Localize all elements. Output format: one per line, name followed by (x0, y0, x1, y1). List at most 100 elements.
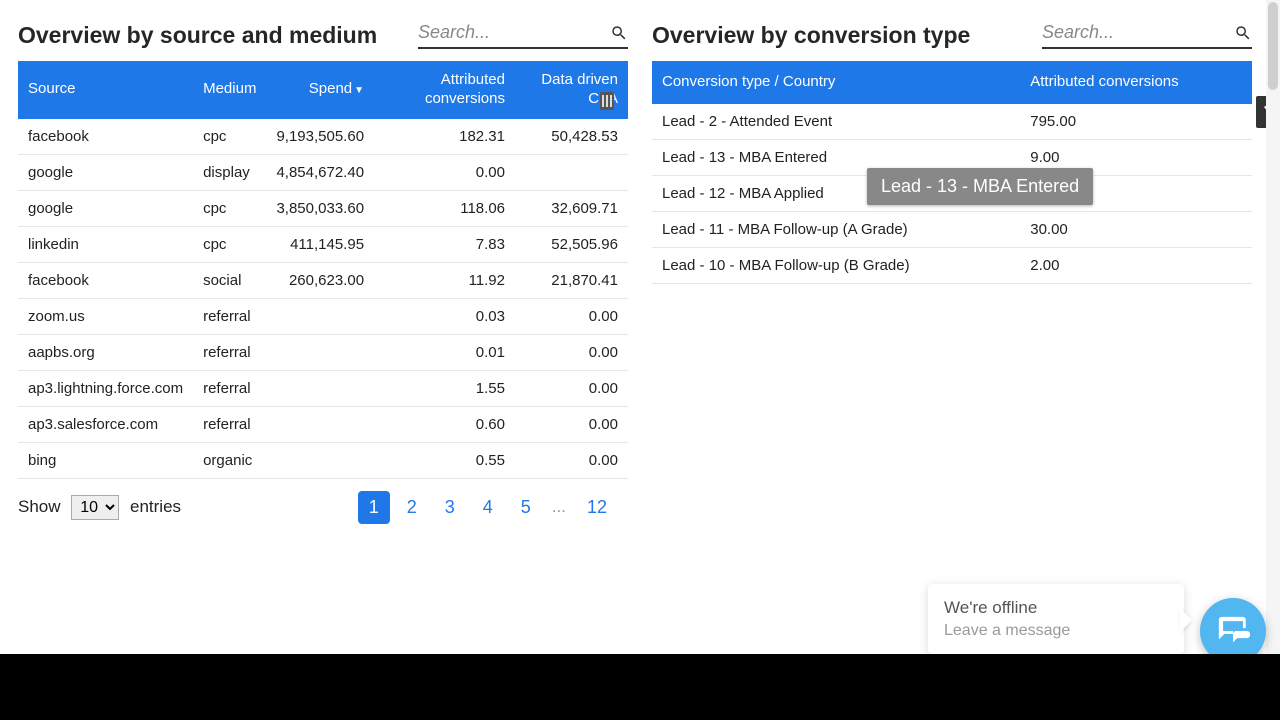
cell-attributed: 118.06 (374, 190, 515, 226)
cell-medium: cpc (193, 226, 266, 262)
cell-source: linkedin (18, 226, 193, 262)
cell-source: google (18, 154, 193, 190)
cell-medium: organic (193, 442, 266, 478)
cell-source: ap3.lightning.force.com (18, 370, 193, 406)
cell-type: Lead - 11 - MBA Follow-up (A Grade) (652, 211, 1020, 247)
cell-cpa (515, 154, 628, 190)
cell-attributed: 0.03 (374, 298, 515, 334)
pagination-dots: ... (548, 497, 570, 517)
cell-medium: display (193, 154, 266, 190)
cell-type: Lead - 13 - MBA Entered (652, 139, 1020, 175)
cell-source: facebook (18, 119, 193, 155)
table-row[interactable]: linkedincpc411,145.957.8352,505.96 (18, 226, 628, 262)
scrollbar-thumb[interactable] (1268, 2, 1278, 90)
cell-source: ap3.salesforce.com (18, 406, 193, 442)
cell-attributed: 795.00 (1020, 104, 1252, 140)
table-row[interactable]: bingorganic 0.550.00 (18, 442, 628, 478)
table-row[interactable]: Lead - 10 - MBA Follow-up (B Grade)2.00 (652, 247, 1252, 283)
cell-cpa: 0.00 (515, 298, 628, 334)
cell-cpa: 52,505.96 (515, 226, 628, 262)
panel-source-medium: Overview by source and medium Source Med… (18, 18, 628, 524)
cell-attributed: 0.55 (374, 442, 515, 478)
col-right-attributed[interactable]: Attributed conversions (1020, 61, 1252, 104)
cell-source: bing (18, 442, 193, 478)
pagination: 12345...12 (358, 491, 618, 524)
cell-attributed: 1.55 (374, 370, 515, 406)
cell-type: Lead - 12 - MBA Applied (652, 175, 1020, 211)
col-spend[interactable]: Spend▼ (266, 61, 374, 119)
table-row[interactable]: Lead - 13 - MBA Entered9.00 (652, 139, 1252, 175)
chat-icon (1216, 614, 1250, 648)
page-12[interactable]: 12 (576, 491, 618, 524)
search-input-left[interactable] (418, 18, 610, 47)
col-medium[interactable]: Medium (193, 61, 266, 119)
cell-attributed: 11.92 (374, 262, 515, 298)
cell-medium: cpc (193, 190, 266, 226)
cell-spend (266, 442, 374, 478)
col-source[interactable]: Source (18, 61, 193, 119)
cell-type: Lead - 2 - Attended Event (652, 104, 1020, 140)
cell-cpa: 0.00 (515, 442, 628, 478)
table-row[interactable]: facebooksocial260,623.0011.9221,870.41 (18, 262, 628, 298)
cell-medium: social (193, 262, 266, 298)
entries-select[interactable]: 10 (71, 495, 119, 520)
table-row[interactable]: zoom.usreferral 0.030.00 (18, 298, 628, 334)
cell-spend (266, 370, 374, 406)
page-2[interactable]: 2 (396, 491, 428, 524)
table-row[interactable]: Lead - 12 - MBA Applied16.00 (652, 175, 1252, 211)
table-row[interactable]: ap3.salesforce.comreferral0.600.00 (18, 406, 628, 442)
page-3[interactable]: 3 (434, 491, 466, 524)
cell-medium: referral (193, 370, 266, 406)
cell-medium: referral (193, 334, 266, 370)
cell-attributed: 9.00 (1020, 139, 1252, 175)
table-row[interactable]: Lead - 11 - MBA Follow-up (A Grade)30.00 (652, 211, 1252, 247)
column-resize-handle[interactable] (600, 92, 614, 110)
page-1[interactable]: 1 (358, 491, 390, 524)
col-attributed[interactable]: Attributed conversions (374, 61, 515, 119)
page-5[interactable]: 5 (510, 491, 542, 524)
cell-spend (266, 298, 374, 334)
cell-cpa: 0.00 (515, 370, 628, 406)
cell-cpa: 32,609.71 (515, 190, 628, 226)
panel-conversion-type: Overview by conversion type Conversion t… (652, 18, 1252, 524)
cell-medium: referral (193, 298, 266, 334)
table-row[interactable]: facebookcpc9,193,505.60182.3150,428.53 (18, 119, 628, 155)
panel-title-right: Overview by conversion type (652, 22, 970, 49)
search-right[interactable] (1042, 18, 1252, 49)
cell-cpa: 50,428.53 (515, 119, 628, 155)
cell-source: google (18, 190, 193, 226)
cell-medium: cpc (193, 119, 266, 155)
chat-popup[interactable]: We're offline Leave a message (928, 584, 1184, 654)
search-icon[interactable] (610, 23, 628, 43)
chat-status: We're offline (944, 598, 1168, 618)
cell-source: zoom.us (18, 298, 193, 334)
cell-attributed: 0.00 (374, 154, 515, 190)
cell-attributed: 2.00 (1020, 247, 1252, 283)
search-input-right[interactable] (1042, 18, 1234, 47)
table-row[interactable]: aapbs.orgreferral0.010.00 (18, 334, 628, 370)
cell-attributed: 7.83 (374, 226, 515, 262)
table-source-medium: Source Medium Spend▼ Attributed conversi… (18, 61, 628, 479)
table-row[interactable]: googledisplay4,854,672.400.00 (18, 154, 628, 190)
cell-spend: 4,854,672.40 (266, 154, 374, 190)
cell-attributed: 182.31 (374, 119, 515, 155)
cell-type: Lead - 10 - MBA Follow-up (B Grade) (652, 247, 1020, 283)
table-row[interactable]: Lead - 2 - Attended Event795.00 (652, 104, 1252, 140)
table-conversion-type: Conversion type / Country Attributed con… (652, 61, 1252, 284)
cell-spend (266, 406, 374, 442)
cell-attributed: 0.60 (374, 406, 515, 442)
cell-attributed: 0.01 (374, 334, 515, 370)
search-icon[interactable] (1234, 23, 1252, 43)
cell-attributed: 30.00 (1020, 211, 1252, 247)
scrollbar-vertical[interactable] (1266, 0, 1280, 654)
cell-medium: referral (193, 406, 266, 442)
page-4[interactable]: 4 (472, 491, 504, 524)
bottom-bar (0, 654, 1280, 720)
col-conversion-type[interactable]: Conversion type / Country (652, 61, 1020, 104)
table-row[interactable]: googlecpc3,850,033.60118.0632,609.71 (18, 190, 628, 226)
cell-source: facebook (18, 262, 193, 298)
search-left[interactable] (418, 18, 628, 49)
table-row[interactable]: ap3.lightning.force.comreferral 1.550.00 (18, 370, 628, 406)
cell-attributed: 16.00 (1020, 175, 1252, 211)
cell-spend: 260,623.00 (266, 262, 374, 298)
